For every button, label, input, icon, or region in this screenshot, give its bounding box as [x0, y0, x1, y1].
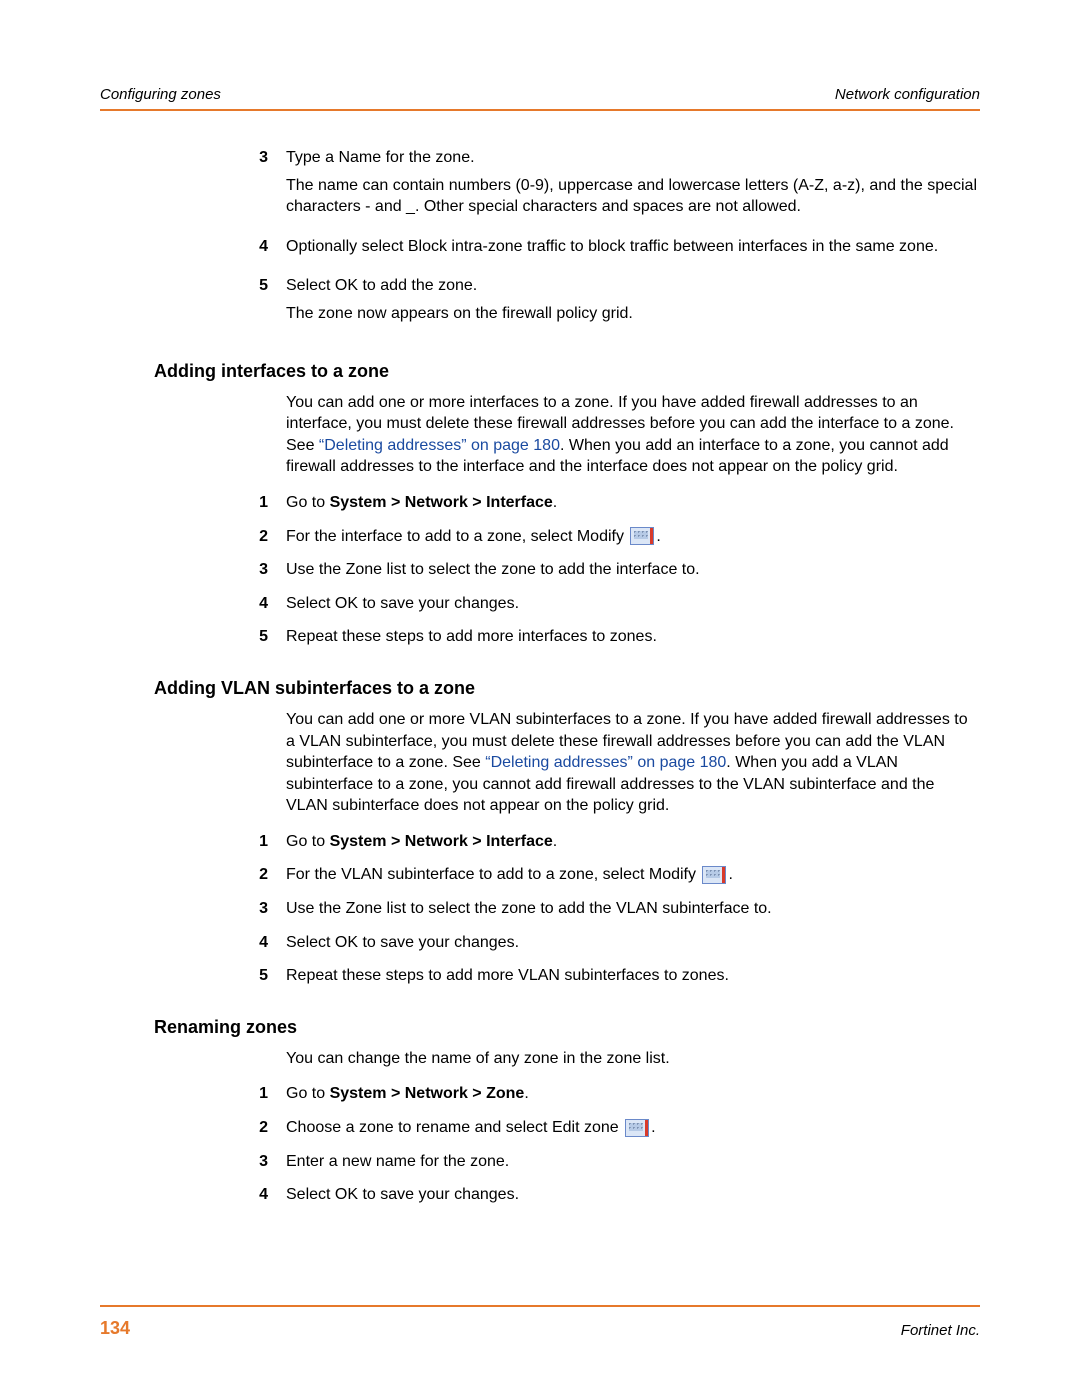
header-left: Configuring zones	[100, 86, 221, 103]
step-item: 3 Use the Zone list to select the zone t…	[230, 559, 980, 581]
section-heading-adding-vlan: Adding VLAN subinterfaces to a zone	[154, 678, 980, 699]
step-number: 5	[230, 626, 286, 648]
step-text: Use the Zone list to select the zone to …	[286, 898, 980, 920]
step-text: Enter a new name for the zone.	[286, 1151, 980, 1173]
step-text: Use the Zone list to select the zone to …	[286, 559, 980, 581]
step-item: 1 Go to System > Network > Interface.	[230, 492, 980, 514]
section-heading-renaming-zones: Renaming zones	[154, 1017, 980, 1038]
step-number: 5	[230, 275, 286, 330]
step-number: 3	[230, 147, 286, 224]
step-text: Go to System > Network > Interface.	[286, 831, 980, 853]
step-number: 1	[230, 831, 286, 853]
step-number: 4	[230, 236, 286, 264]
menu-path: System > Network > Interface	[330, 494, 553, 511]
step-number: 4	[230, 1184, 286, 1206]
step-text: Optionally select Block intra-zone traff…	[286, 236, 980, 264]
xref-deleting-addresses[interactable]: “Deleting addresses” on page 180	[485, 754, 726, 771]
running-header: Configuring zones Network configuration	[100, 86, 980, 103]
step-item: 2 For the interface to add to a zone, se…	[230, 526, 980, 548]
step-text: Select OK to save your changes.	[286, 1184, 980, 1206]
document-page: Configuring zones Network configuration …	[0, 0, 1080, 1397]
step-item: 1 Go to System > Network > Interface.	[230, 831, 980, 853]
menu-path: System > Network > Zone	[330, 1085, 525, 1102]
step-item: 4 Select OK to save your changes.	[230, 932, 980, 954]
step-number: 3	[230, 559, 286, 581]
step-number: 2	[230, 526, 286, 548]
step-number: 1	[230, 492, 286, 514]
modify-icon	[702, 866, 726, 884]
step-item: 1 Go to System > Network > Zone.	[230, 1083, 980, 1105]
running-footer: 134 Fortinet Inc.	[100, 1318, 980, 1339]
page-content: 3 Type a Name for the zone. The name can…	[100, 147, 980, 1206]
step-item: 3 Enter a new name for the zone.	[230, 1151, 980, 1173]
section-heading-adding-interfaces: Adding interfaces to a zone	[154, 361, 980, 382]
section-intro: You can add one or more VLAN subinterfac…	[286, 709, 980, 817]
step-number: 5	[230, 965, 286, 987]
step-text: Select OK to save your changes.	[286, 932, 980, 954]
step-number: 3	[230, 1151, 286, 1173]
step-number: 1	[230, 1083, 286, 1105]
step-text: Go to System > Network > Zone.	[286, 1083, 980, 1105]
sec1-step-list: 1 Go to System > Network > Interface. 2 …	[230, 492, 980, 648]
step-item: 3 Use the Zone list to select the zone t…	[230, 898, 980, 920]
step-item: 4 Optionally select Block intra-zone tra…	[230, 236, 980, 264]
menu-path: System > Network > Interface	[330, 833, 553, 850]
step-item: 4 Select OK to save your changes.	[230, 593, 980, 615]
step-text: Select OK to add the zone. The zone now …	[286, 275, 980, 330]
step-item: 5 Repeat these steps to add more VLAN su…	[230, 965, 980, 987]
step-text: Choose a zone to rename and select Edit …	[286, 1117, 980, 1139]
modify-icon	[630, 527, 654, 545]
step-number: 3	[230, 898, 286, 920]
xref-deleting-addresses[interactable]: “Deleting addresses” on page 180	[319, 437, 560, 454]
step-text: For the interface to add to a zone, sele…	[286, 526, 980, 548]
step-number: 2	[230, 864, 286, 886]
step-text: For the VLAN subinterface to add to a zo…	[286, 864, 980, 886]
step-item: 5 Select OK to add the zone. The zone no…	[230, 275, 980, 330]
sec3-step-list: 1 Go to System > Network > Zone. 2 Choos…	[230, 1083, 980, 1205]
step-item: 4 Select OK to save your changes.	[230, 1184, 980, 1206]
section-intro: You can add one or more interfaces to a …	[286, 392, 980, 478]
top-step-list: 3 Type a Name for the zone. The name can…	[230, 147, 980, 331]
edit-zone-icon	[625, 1119, 649, 1137]
step-number: 4	[230, 593, 286, 615]
step-item: 3 Type a Name for the zone. The name can…	[230, 147, 980, 224]
step-number: 4	[230, 932, 286, 954]
step-text: Select OK to save your changes.	[286, 593, 980, 615]
step-item: 5 Repeat these steps to add more interfa…	[230, 626, 980, 648]
sec2-step-list: 1 Go to System > Network > Interface. 2 …	[230, 831, 980, 987]
footer-publisher: Fortinet Inc.	[901, 1322, 980, 1339]
section-intro: You can change the name of any zone in t…	[286, 1048, 980, 1070]
step-text: Type a Name for the zone. The name can c…	[286, 147, 980, 224]
page-number: 134	[100, 1318, 130, 1339]
step-text: Repeat these steps to add more interface…	[286, 626, 980, 648]
header-rule	[100, 109, 980, 111]
step-text: Go to System > Network > Interface.	[286, 492, 980, 514]
header-right: Network configuration	[835, 86, 980, 103]
step-item: 2 Choose a zone to rename and select Edi…	[230, 1117, 980, 1139]
footer-rule	[100, 1305, 980, 1307]
step-text: Repeat these steps to add more VLAN subi…	[286, 965, 980, 987]
step-number: 2	[230, 1117, 286, 1139]
step-item: 2 For the VLAN subinterface to add to a …	[230, 864, 980, 886]
